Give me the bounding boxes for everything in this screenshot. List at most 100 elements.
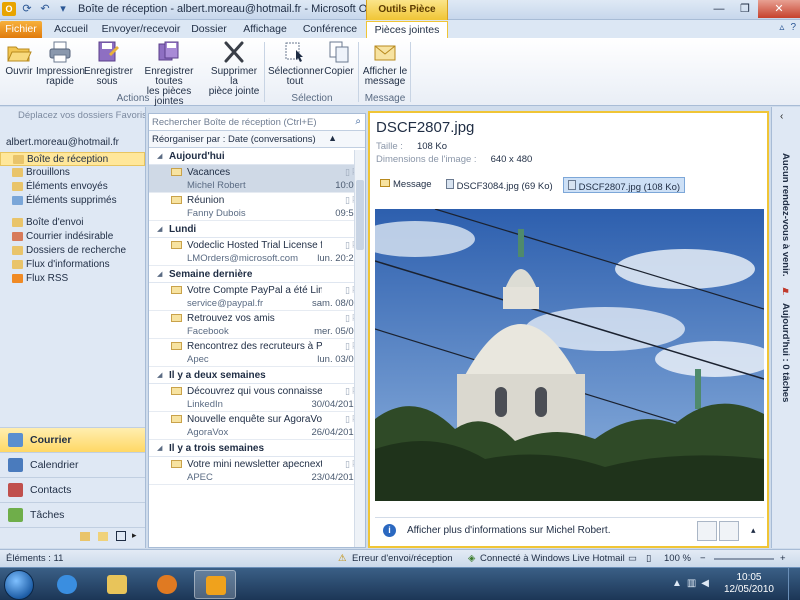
attachment-image-preview[interactable]	[375, 209, 764, 501]
message-row[interactable]: Vacances Michel Robert 10:02 ▯⚐	[149, 165, 365, 193]
afficher-message-button[interactable]: Afficher le message	[362, 40, 408, 87]
folder-rss[interactable]: Flux RSS	[0, 272, 145, 286]
group-header-three-weeks[interactable]: Il y a trois semaines	[149, 440, 365, 457]
select-all-icon	[285, 42, 303, 62]
message-list-scrollbar[interactable]	[354, 150, 365, 547]
view-normal-icon[interactable]: ▭	[628, 553, 637, 564]
todo-bar: ‹ Aucun rendez-vous à venir. ⚑ Aujourd'h…	[771, 107, 800, 548]
window-controls: — ❐ ✕	[706, 0, 800, 18]
envelope-icon	[171, 196, 182, 204]
group-header-monday[interactable]: Lundi	[149, 221, 365, 238]
tab-affichage[interactable]: Affichage	[236, 21, 294, 38]
selectionner-tout-button[interactable]: Sélectionner tout	[268, 40, 324, 87]
person-avatar-icon[interactable]	[719, 521, 739, 541]
send-receive-icon[interactable]: ⟳	[20, 2, 34, 16]
message-row[interactable]: Vodeclic Hosted Trial License fo... LMOr…	[149, 238, 365, 266]
group-header-two-weeks[interactable]: Il y a deux semaines	[149, 367, 365, 384]
nav-chevron-icon[interactable]: ▸	[132, 530, 137, 541]
envelope-icon	[171, 387, 182, 395]
view-reading-icon[interactable]: ▯	[646, 553, 651, 564]
folder-news-feed[interactable]: Flux d'informations	[0, 258, 145, 272]
outlook-icon	[206, 576, 226, 595]
zoom-out-icon[interactable]: −	[700, 553, 706, 564]
qat-dropdown-icon[interactable]: ▾	[56, 2, 70, 16]
impression-rapide-button[interactable]: Impression rapide	[36, 40, 85, 87]
taskbar-explorer[interactable]	[96, 570, 138, 599]
folder-search[interactable]: Dossiers de recherche	[0, 244, 145, 258]
group-header-today[interactable]: Aujourd'hui	[149, 148, 365, 165]
rss-folder-icon	[12, 274, 23, 283]
message-row[interactable]: Rencontrez des recruteurs à Paris Apec l…	[149, 339, 365, 367]
module-taches[interactable]: Tâches	[0, 502, 145, 527]
copier-button[interactable]: Copier	[322, 40, 356, 77]
info-icon: i	[383, 524, 396, 537]
copy-icon	[329, 41, 349, 63]
folder-deleted[interactable]: Éléments supprimés	[0, 194, 145, 208]
taskbar-outlook[interactable]	[194, 570, 236, 599]
supprimer-piece-jointe-button[interactable]: Supprimer la pièce jointe	[206, 40, 262, 97]
folder-outbox[interactable]: Boîte d'envoi	[0, 216, 145, 230]
taskbar-media-player[interactable]	[146, 570, 188, 599]
configure-buttons-icon[interactable]	[116, 531, 126, 541]
expand-todo-icon[interactable]: ‹	[780, 111, 783, 122]
expand-people-pane-icon[interactable]: ▴	[751, 525, 756, 536]
outlook-app-icon[interactable]: O	[2, 2, 16, 16]
folder-list-icon[interactable]	[80, 532, 90, 541]
account-header[interactable]: albert.moreau@hotmail.fr	[0, 123, 145, 152]
folder-drafts[interactable]: Brouillons	[0, 166, 145, 180]
person-avatar-icon[interactable]	[697, 521, 717, 541]
search-input[interactable]: Rechercher Boîte de réception (Ctrl+E) ⌕	[149, 114, 365, 131]
module-courrier[interactable]: Courrier	[0, 427, 145, 452]
shortcuts-icon[interactable]	[98, 532, 108, 541]
help-icon[interactable]: ?	[790, 22, 796, 33]
show-desktop-button[interactable]	[788, 568, 800, 600]
scrollbar-thumb[interactable]	[356, 180, 364, 250]
taskbar-clock[interactable]: 10:05 12/05/2010	[724, 572, 774, 596]
maximize-button[interactable]: ❐	[732, 0, 758, 18]
tab-accueil[interactable]: Accueil	[46, 21, 96, 38]
minimize-button[interactable]: —	[706, 0, 732, 18]
message-row[interactable]: Réunion Fanny Dubois 09:58 ▯⚐	[149, 193, 365, 221]
ribbon: Ouvrir Impression rapide Enregistrer sou…	[0, 38, 800, 107]
appointments-label[interactable]: Aucun rendez-vous à venir.	[780, 153, 791, 277]
network-icon[interactable]: ▥	[687, 578, 701, 589]
taskbar-internet-explorer[interactable]	[46, 570, 88, 599]
close-button[interactable]: ✕	[758, 0, 800, 18]
message-row[interactable]: Votre Compte PayPal a été Limité. servic…	[149, 283, 365, 311]
tab-fichier[interactable]: Fichier	[0, 21, 42, 38]
attachment-dscf3084[interactable]: DSCF3084.jpg (69 Ko)	[442, 177, 557, 193]
more-info-link[interactable]: Afficher plus d'informations sur Michel …	[407, 525, 610, 536]
undo-icon[interactable]: ↶	[38, 2, 52, 16]
zoom-level[interactable]: 100 %	[664, 553, 691, 564]
message-row[interactable]: Découvrez qui vous connaissez ... Linked…	[149, 384, 365, 412]
tab-conference[interactable]: Conférence	[298, 21, 362, 38]
search-icon[interactable]: ⌕	[355, 116, 361, 127]
start-button[interactable]	[4, 570, 34, 600]
sort-arrow-icon[interactable]: ▲	[328, 133, 337, 143]
collapse-ribbon-icon[interactable]: ▵	[779, 22, 784, 33]
attachment-dscf2807[interactable]: DSCF2807.jpg (108 Ko)	[562, 177, 686, 193]
message-row[interactable]: Nouvelle enquête sur AgoraVox AgoraVox 2…	[149, 412, 365, 440]
tray-expand-icon[interactable]: ▲	[672, 578, 687, 589]
volume-icon[interactable]: ◀	[701, 578, 714, 589]
module-calendrier[interactable]: Calendrier	[0, 452, 145, 477]
tab-envoyer-recevoir[interactable]: Envoyer/recevoir	[100, 21, 182, 38]
attachment-message[interactable]: Message	[376, 177, 436, 193]
folder-sent[interactable]: Éléments envoyés	[0, 180, 145, 194]
module-contacts[interactable]: Contacts	[0, 477, 145, 502]
connection-status[interactable]: Connecté à Windows Live Hotmail	[480, 553, 625, 564]
tab-pieces-jointes[interactable]: Pièces jointes	[366, 21, 448, 38]
message-row[interactable]: Retrouvez vos amis Facebook mer. 05/05 ▯…	[149, 311, 365, 339]
enregistrer-sous-button[interactable]: Enregistrer sous	[84, 40, 133, 87]
tab-dossier[interactable]: Dossier	[186, 21, 232, 38]
message-row[interactable]: Votre mini newsletter apecnext APEC 23/0…	[149, 457, 365, 485]
zoom-slider[interactable]	[714, 558, 774, 560]
tasks-label[interactable]: Aujourd'hui : 0 tâches	[780, 303, 791, 402]
group-header-last-week[interactable]: Semaine dernière	[149, 266, 365, 283]
folder-junk[interactable]: Courrier indésirable	[0, 230, 145, 244]
zoom-in-icon[interactable]: +	[780, 553, 786, 564]
sort-bar[interactable]: Réorganiser par : Date (conversations) ▲	[149, 131, 365, 148]
ouvrir-button[interactable]: Ouvrir	[4, 40, 34, 77]
folder-inbox[interactable]: Boîte de réception	[0, 152, 145, 166]
send-receive-error[interactable]: Erreur d'envoi/réception	[352, 553, 453, 564]
